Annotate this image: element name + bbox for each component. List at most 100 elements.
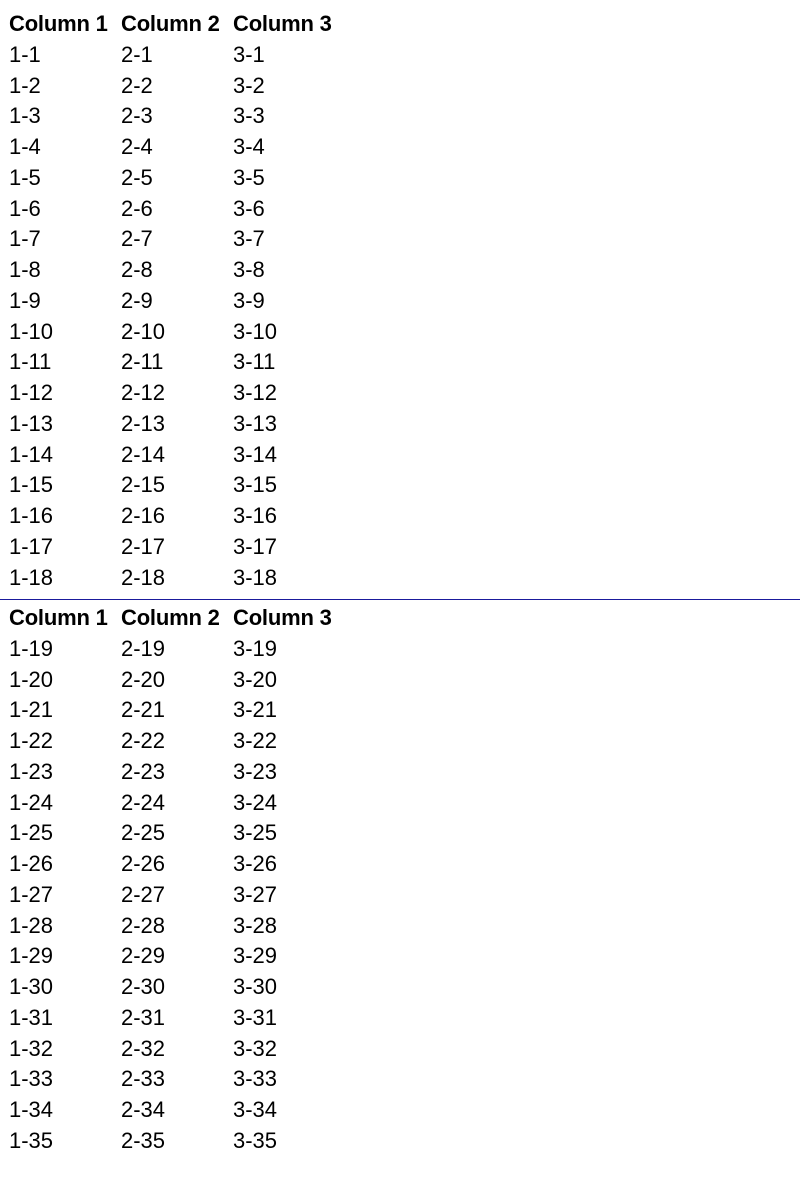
page-break-line [0, 599, 800, 600]
table-row: 1-33 2-33 3-33 [8, 1064, 348, 1095]
table-cell-col-1: 1-16 [9, 503, 54, 528]
table-cell-col-2: 2-8 [121, 257, 153, 282]
table-cell-col-2: 2-4 [121, 134, 153, 159]
table-cell-col-3: 3-24 [233, 789, 278, 815]
table-cell-col-1: 1-8 [9, 257, 41, 282]
table-cell-col-2: 2-28 [121, 912, 166, 938]
table-cell-col-1: 1-1 [9, 41, 41, 67]
table-cell-col-1: 1-21 [9, 697, 54, 723]
table-cell-col-3: 3-6 [233, 195, 265, 221]
table-section-1: Column 1 Column 2 Column 3 1-1 2-1 3-1 1-2 2… [8, 9, 348, 593]
table-row: 1-17 2-17 3-17 [8, 532, 348, 563]
table-cell-col-2: 2-24 [121, 789, 166, 815]
table-cell-col-1: 1-10 [9, 318, 54, 344]
table-cell-col-2: 2-18 [121, 564, 166, 590]
table-row: 1-7 2-7 3-7 [8, 224, 348, 255]
table-cell-col-2: 2-34 [121, 1097, 166, 1122]
table-row: 1-2 2-2 3-2 [8, 71, 348, 102]
table-cell-col-2: 2-23 [121, 758, 166, 784]
table-cell-col-3: 3-12 [233, 380, 278, 405]
table-cell-col-3: 3-3 [233, 103, 265, 129]
table-row: 1-6 2-6 3-6 [8, 194, 348, 225]
table-cell-col-1: 1-20 [9, 666, 54, 692]
table-cell-col-3: 3-15 [233, 472, 278, 498]
table-cell-col-1: 1-23 [9, 758, 54, 784]
table-cell-col-1: 1-11 [9, 349, 52, 375]
table-cell-col-2: 2-35 [121, 1127, 166, 1153]
table-row: 1-15 2-15 3-15 [8, 470, 348, 501]
table-cell-col-3: 3-28 [233, 912, 278, 938]
table-cell-col-3: 3-26 [233, 851, 278, 876]
table-cell-col-3: 3-8 [233, 257, 265, 282]
table-cell-col-1: 1-34 [9, 1097, 54, 1122]
table-row: 1-3 2-3 3-3 [8, 101, 348, 132]
table-cell-col-1: 1-19 [9, 635, 54, 661]
table-cell-col-2: 2-19 [121, 635, 166, 661]
table-cell-col-1: 1-12 [9, 380, 54, 405]
table-section-2: Column 1 Column 2 Column 3 1-19 2-19 3-19 1… [8, 603, 348, 1157]
table-cell-col-1: 1-28 [9, 912, 54, 938]
column-header-2: Column 2 [121, 605, 220, 630]
table-cell-col-3: 3-34 [233, 1097, 278, 1122]
table-cell-col-2: 2-31 [121, 1004, 166, 1030]
table-cell-col-1: 1-25 [9, 820, 54, 846]
table-row: 1-13 2-13 3-13 [8, 409, 348, 440]
table-row: 1-30 2-30 3-30 [8, 972, 348, 1003]
table-row: 1-19 2-19 3-19 [8, 634, 348, 665]
table-header-row: Column 1 Column 2 Column 3 [8, 9, 348, 40]
table-row: 1-16 2-16 3-16 [8, 501, 348, 532]
table-row: 1-25 2-25 3-25 [8, 818, 348, 849]
table-cell-col-1: 1-13 [9, 410, 54, 436]
table-cell-col-2: 2-5 [121, 164, 153, 190]
table-cell-col-3: 3-20 [233, 666, 278, 692]
table-cell-col-3: 3-10 [233, 318, 278, 344]
table-row: 1-4 2-4 3-4 [8, 132, 348, 163]
table-cell-col-1: 1-24 [9, 789, 54, 815]
table-cell-col-3: 3-35 [233, 1127, 278, 1153]
table-cell-col-3: 3-27 [233, 881, 278, 907]
table-cell-col-1: 1-6 [9, 195, 41, 221]
table-row: 1-18 2-18 3-18 [8, 563, 348, 594]
table-cell-col-2: 2-11 [121, 349, 164, 375]
table-cell-col-2: 2-27 [121, 881, 166, 907]
table-cell-col-3: 3-22 [233, 728, 278, 753]
column-header-1: Column 1 [9, 11, 108, 36]
table-row: 1-29 2-29 3-29 [8, 941, 348, 972]
table-cell-col-1: 1-33 [9, 1066, 54, 1092]
table-cell-col-3: 3-17 [233, 533, 278, 559]
table-row: 1-20 2-20 3-20 [8, 665, 348, 696]
table-row: 1-12 2-12 3-12 [8, 378, 348, 409]
table-cell-col-2: 2-1 [121, 41, 153, 67]
table-cell-col-3: 3-7 [233, 226, 265, 252]
table-cell-col-1: 1-7 [9, 226, 41, 252]
table-cell-col-1: 1-26 [9, 851, 54, 876]
table-header-row: Column 1 Column 2 Column 3 [8, 603, 348, 634]
table-cell-col-1: 1-9 [9, 287, 41, 313]
table-cell-col-2: 2-7 [121, 226, 153, 252]
table-cell-col-3: 3-25 [233, 820, 278, 846]
table-row: 1-28 2-28 3-28 [8, 911, 348, 942]
table-cell-col-2: 2-16 [121, 503, 166, 528]
table-cell-col-2: 2-10 [121, 318, 166, 344]
table-row: 1-31 2-31 3-31 [8, 1003, 348, 1034]
column-header-3: Column 3 [233, 605, 332, 630]
table-row: 1-1 2-1 3-1 [8, 40, 348, 71]
table-cell-col-1: 1-5 [9, 164, 41, 190]
table-cell-col-3: 3-21 [233, 697, 278, 723]
table-row: 1-32 2-32 3-32 [8, 1034, 348, 1065]
table-cell-col-2: 2-15 [121, 472, 166, 498]
table-row: 1-35 2-35 3-35 [8, 1126, 348, 1157]
table-cell-col-2: 2-32 [121, 1035, 166, 1061]
table-cell-col-3: 3-4 [233, 134, 265, 159]
table-cell-col-2: 2-2 [121, 72, 153, 98]
table-cell-col-3: 3-29 [233, 943, 278, 969]
table-cell-col-3: 3-19 [233, 635, 278, 661]
table-cell-col-2: 2-30 [121, 974, 166, 999]
table-cell-col-2: 2-6 [121, 195, 153, 221]
table-cell-col-1: 1-27 [9, 881, 54, 907]
table-cell-col-1: 1-31 [9, 1004, 54, 1030]
table-row: 1-8 2-8 3-8 [8, 255, 348, 286]
table-cell-col-3: 3-11 [233, 349, 276, 375]
table-row: 1-11 2-11 3-11 [8, 347, 348, 378]
data-table-page-2: Column 1 Column 2 Column 3 1-19 2-19 3-19 1… [8, 603, 348, 1157]
